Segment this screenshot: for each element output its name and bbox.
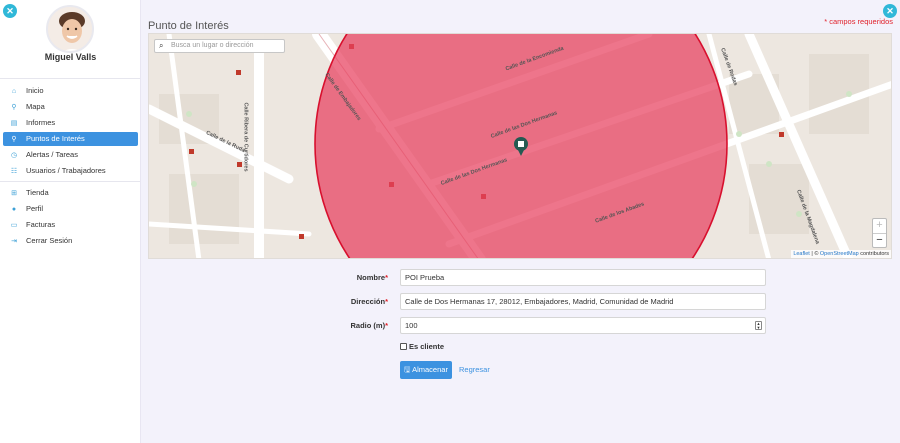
map-search-placeholder: Busca un lugar o dirección bbox=[171, 42, 254, 49]
radio-label: Radio (m)* bbox=[350, 321, 388, 330]
es-cliente-checkbox[interactable]: Es cliente bbox=[400, 342, 500, 354]
main-nav: ⌂ Inicio ⚲ Mapa ▤ Informes ⚲ Puntos de Inter… bbox=[3, 84, 138, 180]
direccion-row: Dirección* Calle de Dos Hermanas 17, 280… bbox=[148, 293, 892, 310]
users-icon: ☷ bbox=[10, 168, 18, 175]
expand-panel-button[interactable]: ✕ bbox=[883, 4, 897, 18]
page-title: Punto de Interés bbox=[148, 20, 229, 32]
map-pin-icon: ⚲ bbox=[11, 104, 17, 111]
avatar bbox=[46, 5, 94, 53]
nav-item-tienda[interactable]: ⊞ Tienda bbox=[3, 186, 138, 200]
es-cliente-label: Es cliente bbox=[409, 342, 445, 351]
nav-item-mapa[interactable]: ⚲ Mapa bbox=[3, 100, 138, 114]
back-link[interactable]: Regresar bbox=[459, 361, 490, 379]
sidebar: ✕ Miguel Valls ⌂ Inicio ⚲ Mapa ▤ Informes ⚲… bbox=[0, 0, 141, 443]
nav-item-label: Tienda bbox=[26, 188, 49, 197]
secondary-nav: ⊞ Tienda ● Perfil ▭ Facturas ⇥ Cerrar Sesión bbox=[3, 186, 138, 250]
nav-item-alertas-tareas[interactable]: ◷ Alertas / Tareas bbox=[3, 148, 138, 162]
profile-icon: ● bbox=[11, 206, 17, 213]
logout-icon: ⇥ bbox=[11, 238, 17, 245]
nav-item-puntos-de-interes[interactable]: ⚲ Puntos de Interés bbox=[3, 132, 138, 146]
nav-item-cerrar-sesion[interactable]: ⇥ Cerrar Sesión bbox=[3, 234, 138, 248]
map[interactable]: Calle de la Encomienda Calle de las Dos … bbox=[148, 33, 892, 259]
number-spinner-icon[interactable]: ▲ ▼ bbox=[755, 321, 762, 330]
nav-item-label: Alertas / Tareas bbox=[26, 150, 78, 159]
checkbox-icon[interactable] bbox=[400, 343, 407, 350]
map-search-input[interactable]: ⌕ Busca un lugar o dirección bbox=[154, 39, 285, 53]
osm-link[interactable]: OpenStreetMap bbox=[820, 251, 859, 257]
pin-icon: ⚲ bbox=[11, 136, 17, 143]
nav-item-label: Perfil bbox=[26, 204, 44, 213]
home-icon: ⌂ bbox=[11, 88, 17, 95]
leaflet-link[interactable]: Leaflet bbox=[793, 251, 810, 257]
map-attribution: Leaflet | © OpenStreetMap contributors bbox=[791, 250, 891, 258]
nav-item-facturas[interactable]: ▭ Facturas bbox=[3, 218, 138, 232]
zoom-out-button[interactable]: − bbox=[873, 233, 886, 247]
user-name: Miguel Valls bbox=[44, 52, 97, 62]
radio-value: 100 bbox=[405, 321, 418, 330]
map-tiles bbox=[149, 34, 891, 258]
collapse-sidebar-button[interactable]: ✕ bbox=[3, 4, 17, 18]
nav-item-label: Informes bbox=[26, 118, 56, 127]
store-icon: ⊞ bbox=[11, 190, 17, 197]
alert-icon: ◷ bbox=[10, 152, 18, 159]
required-fields-note: * campos requeridos bbox=[824, 17, 893, 26]
report-icon: ▤ bbox=[10, 120, 18, 127]
radio-row: Radio (m)* 100 ▲ ▼ bbox=[148, 317, 892, 334]
nav-item-label: Facturas bbox=[26, 220, 56, 229]
direccion-label: Dirección* bbox=[350, 297, 388, 306]
zoom-in-button[interactable]: + bbox=[873, 219, 886, 233]
nav-item-perfil[interactable]: ● Perfil bbox=[3, 202, 138, 216]
search-icon: ⌕ bbox=[159, 41, 164, 50]
direccion-field[interactable]: Calle de Dos Hermanas 17, 28012, Embajad… bbox=[400, 293, 766, 310]
attribution-separator: | © bbox=[809, 251, 820, 257]
save-icon: 🖫 bbox=[404, 365, 413, 374]
nav-item-usuarios[interactable]: ☷ Usuarios / Trabajadores bbox=[3, 164, 138, 178]
divider bbox=[0, 181, 140, 182]
nav-item-label: Cerrar Sesión bbox=[26, 236, 73, 245]
nombre-label: Nombre* bbox=[356, 273, 388, 282]
nombre-row: Nombre* POI Prueba bbox=[148, 269, 892, 286]
street-label: Calle Ribera de Curtidores bbox=[242, 102, 249, 172]
nav-item-inicio[interactable]: ⌂ Inicio bbox=[3, 84, 138, 98]
divider bbox=[0, 78, 140, 79]
nav-item-label: Mapa bbox=[26, 102, 45, 111]
invoice-icon: ▭ bbox=[10, 222, 18, 229]
save-button[interactable]: 🖫 Almacenar bbox=[400, 361, 452, 379]
save-button-label: Almacenar bbox=[412, 365, 448, 374]
nav-item-label: Inicio bbox=[26, 86, 44, 95]
nav-item-label: Usuarios / Trabajadores bbox=[26, 166, 106, 175]
nav-item-informes[interactable]: ▤ Informes bbox=[3, 116, 138, 130]
nav-item-label: Puntos de Interés bbox=[26, 134, 85, 143]
nombre-field[interactable]: POI Prueba bbox=[400, 269, 766, 286]
zoom-control: + − bbox=[872, 218, 887, 248]
attribution-tail: contributors bbox=[858, 251, 889, 257]
radio-field[interactable]: 100 ▲ ▼ bbox=[400, 317, 766, 334]
